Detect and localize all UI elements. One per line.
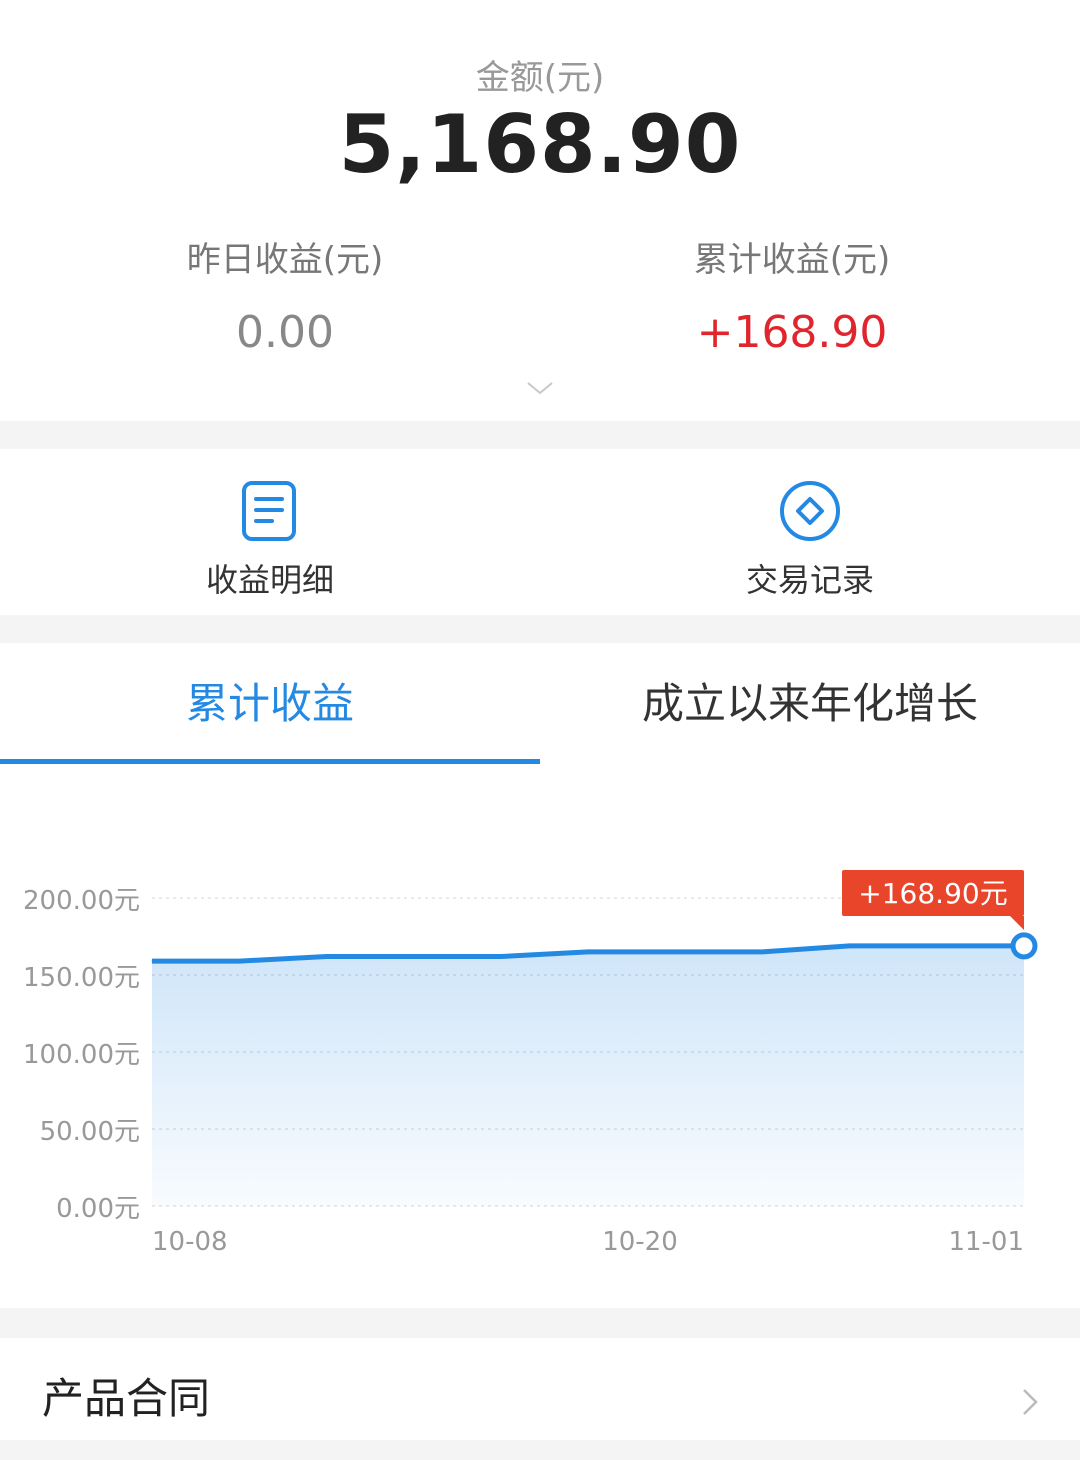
tab-annualized-growth[interactable]: 成立以来年化增长 — [540, 643, 1080, 765]
chart-card: 累计收益 成立以来年化增长 200.00元 150.00元 100.00元 50.00… — [0, 643, 1080, 1308]
income-detail-button[interactable]: 收益明细 — [0, 449, 540, 615]
data-point — [587, 951, 589, 953]
product-contract-row[interactable]: 产品合同 — [0, 1338, 1080, 1440]
total-income: 累计收益(元) +168.90 — [522, 232, 1062, 358]
x-tick-label: 10-08 — [152, 1227, 228, 1257]
amount-value: 5,168.90 — [338, 98, 742, 191]
tooltip-text: +168.90元 — [858, 877, 1007, 910]
y-tick-label: 200.00元 — [23, 886, 140, 916]
data-point — [151, 960, 153, 962]
data-point — [500, 956, 502, 958]
data-point — [761, 951, 763, 953]
document-icon — [242, 481, 296, 541]
product-contract-label: 产品合同 — [42, 1374, 211, 1423]
income-detail-label: 收益明细 — [205, 561, 334, 599]
y-tick-label: 150.00元 — [23, 963, 140, 993]
x-tick-label: 10-20 — [602, 1227, 678, 1257]
data-point — [936, 945, 938, 947]
trade-records-button[interactable]: 交易记录 — [540, 449, 1080, 615]
data-point — [325, 956, 327, 958]
yesterday-income-value: 0.00 — [236, 307, 334, 358]
amount-label: 金额(元) — [475, 58, 605, 98]
chevron-down-icon[interactable] — [526, 380, 554, 396]
data-point — [413, 956, 415, 958]
y-tick-label: 50.00元 — [40, 1117, 140, 1147]
data-point — [238, 960, 240, 962]
action-bar: 收益明细 交易记录 — [0, 449, 1080, 615]
yesterday-income: 昨日收益(元) 0.00 — [15, 232, 555, 358]
diamond-circle-icon — [780, 481, 840, 541]
yesterday-income-label: 昨日收益(元) — [186, 240, 384, 280]
active-tab-indicator — [0, 759, 540, 764]
data-point — [849, 945, 851, 947]
trade-records-label: 交易记录 — [745, 561, 874, 599]
chevron-right-icon — [1023, 1389, 1038, 1415]
tab-cumulative-income[interactable]: 累计收益 — [0, 643, 540, 765]
total-income-label: 累计收益(元) — [693, 240, 891, 280]
income-chart: 200.00元 150.00元 100.00元 50.00元 0.00元 10-08 10-… — [23, 870, 1038, 1257]
y-tick-label: 0.00元 — [56, 1194, 140, 1224]
summary-card: 金额(元) 5,168.90 昨日收益(元) 0.00 累计收益(元) +168… — [0, 0, 1080, 421]
data-point — [674, 951, 676, 953]
total-income-value: +168.90 — [696, 307, 888, 358]
y-tick-label: 100.00元 — [23, 1040, 140, 1070]
x-tick-label: 11-01 — [948, 1227, 1024, 1257]
tooltip-pointer — [1010, 916, 1024, 930]
series-area — [152, 945, 1024, 1206]
last-point-marker — [1010, 932, 1038, 960]
